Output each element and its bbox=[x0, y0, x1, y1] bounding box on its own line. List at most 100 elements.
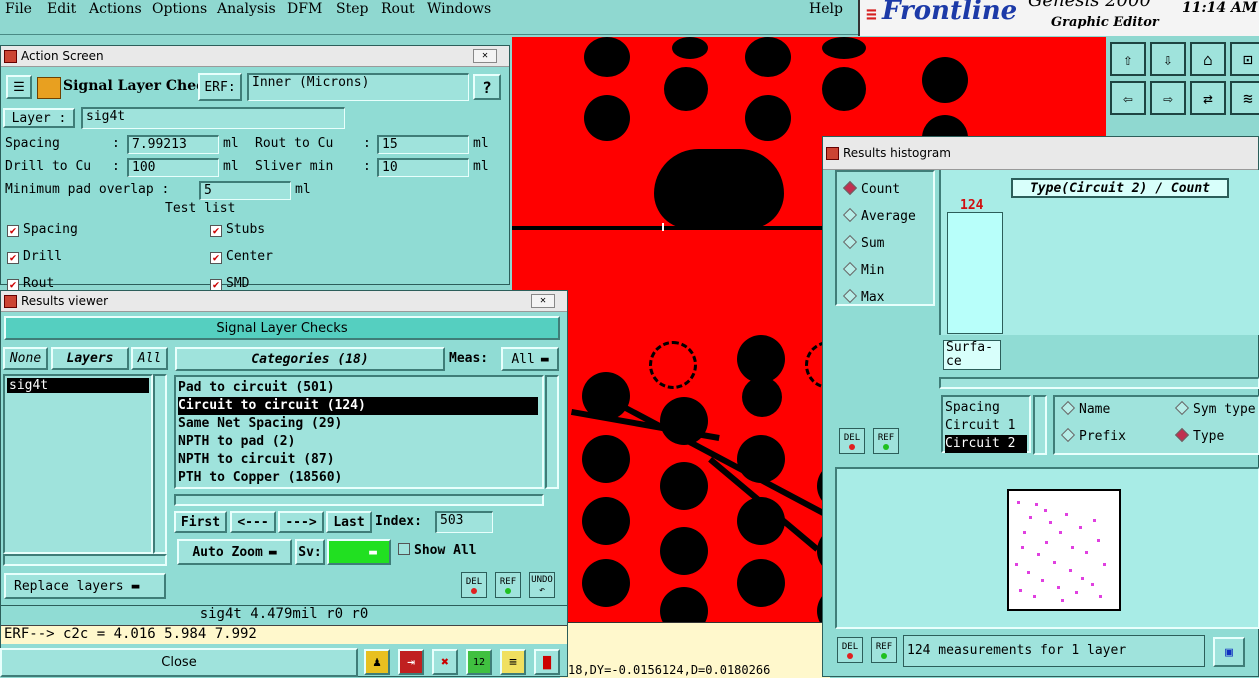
test-stubs[interactable]: ✔ Stubs bbox=[210, 222, 265, 237]
menu-step[interactable]: Step bbox=[336, 1, 368, 17]
ref-button[interactable]: REF bbox=[873, 428, 899, 454]
test-drill[interactable]: ✔ Drill bbox=[7, 249, 62, 264]
layer-button[interactable]: Layer : bbox=[3, 108, 75, 128]
all-button[interactable]: All bbox=[131, 347, 168, 370]
menu-icon[interactable]: ☰ bbox=[6, 75, 32, 99]
pad-overlap-field[interactable]: 5 bbox=[199, 181, 291, 200]
last-button[interactable]: Last bbox=[326, 511, 372, 533]
field-item-selected[interactable]: Circuit 2 bbox=[945, 435, 1027, 453]
menu-actions[interactable]: Actions bbox=[89, 1, 142, 17]
layers-hscrollbar[interactable] bbox=[3, 554, 167, 566]
group-name[interactable]: Name bbox=[1060, 400, 1110, 417]
export-icon[interactable]: ▣ bbox=[1213, 637, 1245, 667]
tool-counter-icon[interactable]: 12 bbox=[466, 649, 492, 675]
category-item[interactable]: PTH to Copper (18560) bbox=[178, 469, 540, 487]
fields-list[interactable]: Spacing Circuit 1 Circuit 2 bbox=[941, 395, 1031, 453]
tool-crossout-icon[interactable]: ✖ bbox=[432, 649, 458, 675]
next-button[interactable]: ---> bbox=[278, 511, 324, 533]
layer-item-sig4t[interactable]: sig4t bbox=[7, 378, 149, 393]
tool-zoom-icon[interactable]: ⊡ bbox=[1230, 42, 1259, 76]
tool-person-icon[interactable]: ♟ bbox=[364, 649, 390, 675]
none-button[interactable]: None bbox=[3, 347, 48, 370]
category-item[interactable]: NPTH to circuit (87) bbox=[178, 451, 540, 469]
tool-swap-icon[interactable]: ⇄ bbox=[1190, 81, 1226, 115]
tool-exit-icon[interactable]: ⇥ bbox=[398, 649, 424, 675]
close-icon[interactable]: ✕ bbox=[531, 294, 555, 308]
mode-min[interactable]: Min bbox=[842, 257, 933, 284]
menu-help[interactable]: Help bbox=[809, 1, 843, 17]
tool-move-right-icon[interactable]: ⇨ bbox=[1150, 81, 1186, 115]
tool-move-down-icon[interactable]: ⇩ bbox=[1150, 42, 1186, 76]
tool-home-icon[interactable]: ⌂ bbox=[1190, 42, 1226, 76]
menu-edit[interactable]: Edit bbox=[47, 1, 76, 17]
layers-list[interactable]: sig4t bbox=[3, 374, 153, 554]
test-rout[interactable]: ✔ Rout bbox=[7, 276, 54, 291]
field-item[interactable]: Spacing bbox=[945, 399, 1027, 417]
meas-select[interactable]: All ▬ bbox=[501, 347, 559, 371]
ref-button[interactable]: REF bbox=[495, 572, 521, 598]
prev-button[interactable]: <--- bbox=[230, 511, 276, 533]
results-histogram-titlebar[interactable]: Results histogram bbox=[823, 137, 1258, 170]
mode-count[interactable]: Count bbox=[842, 176, 933, 203]
category-item[interactable]: NPTH to pad (2) bbox=[178, 433, 540, 451]
category-item[interactable]: Same Net Spacing (29) bbox=[178, 415, 540, 433]
menu-file[interactable]: File bbox=[5, 1, 32, 17]
histogram-bar[interactable] bbox=[947, 212, 1003, 334]
categories-hscrollbar[interactable] bbox=[174, 494, 544, 506]
chart-hscrollbar[interactable] bbox=[939, 377, 1259, 389]
del-button[interactable]: DEL bbox=[839, 428, 865, 454]
group-type[interactable]: Type bbox=[1174, 427, 1224, 444]
del-button[interactable]: DEL bbox=[837, 637, 863, 663]
sliver-field[interactable]: 10 bbox=[377, 158, 469, 177]
tool-measure-icon[interactable]: ≋ bbox=[1230, 81, 1259, 115]
ref-button[interactable]: REF bbox=[871, 637, 897, 663]
menu-options[interactable]: Options bbox=[152, 1, 207, 17]
categories-header: Categories (18) bbox=[175, 347, 445, 371]
group-sym-type[interactable]: Sym type bbox=[1174, 400, 1256, 417]
test-center[interactable]: ✔ Center bbox=[210, 249, 273, 264]
index-field[interactable]: 503 bbox=[435, 511, 493, 533]
mode-max[interactable]: Max bbox=[842, 284, 933, 311]
fields-scrollbar[interactable] bbox=[1033, 395, 1047, 455]
mode-average[interactable]: Average bbox=[842, 203, 933, 230]
undo-button[interactable]: UNDO ↶ bbox=[529, 572, 555, 598]
test-smd[interactable]: ✔ SMD bbox=[210, 276, 249, 291]
action-screen-titlebar[interactable]: Action Screen bbox=[1, 46, 509, 67]
tool-report-icon[interactable]: ≡ bbox=[500, 649, 526, 675]
field-item[interactable]: Circuit 1 bbox=[945, 417, 1027, 435]
close-icon[interactable]: ✕ bbox=[473, 49, 497, 63]
first-button[interactable]: First bbox=[174, 511, 227, 533]
del-button[interactable]: DEL bbox=[461, 572, 487, 598]
layers-button[interactable]: Layers bbox=[51, 347, 129, 370]
category-item[interactable]: Pad to circuit (501) bbox=[178, 379, 540, 397]
menu-dfm[interactable]: DFM bbox=[287, 1, 322, 17]
close-button[interactable]: Close bbox=[0, 648, 358, 677]
categories-list[interactable]: Pad to circuit (501) Circuit to circuit … bbox=[174, 375, 544, 489]
drill-field[interactable]: 100 bbox=[127, 158, 219, 177]
sv-color-select[interactable]: ▬ bbox=[327, 539, 391, 565]
spacing-field[interactable]: 7.99213 bbox=[127, 135, 219, 154]
tool-histogram-icon[interactable]: ▇ bbox=[534, 649, 560, 675]
board-preview[interactable] bbox=[835, 467, 1259, 629]
category-item-selected[interactable]: Circuit to circuit (124) bbox=[178, 397, 538, 415]
erf-button[interactable]: ERF: bbox=[198, 73, 242, 101]
menu-windows[interactable]: Windows bbox=[427, 1, 491, 17]
layer-field[interactable]: sig4t bbox=[81, 107, 345, 129]
layers-scrollbar[interactable] bbox=[153, 374, 167, 554]
menu-rout[interactable]: Rout bbox=[381, 1, 415, 17]
test-spacing[interactable]: ✔ Spacing bbox=[7, 222, 78, 237]
mode-sum[interactable]: Sum bbox=[842, 230, 933, 257]
show-all-checkbox[interactable]: Show All bbox=[398, 542, 477, 558]
close-label: Close bbox=[161, 655, 197, 670]
help-button[interactable]: ? bbox=[473, 74, 501, 100]
tool-move-left-icon[interactable]: ⇦ bbox=[1110, 81, 1146, 115]
categories-scrollbar[interactable] bbox=[545, 375, 559, 489]
auto-zoom-select[interactable]: Auto Zoom ▬ bbox=[177, 539, 292, 565]
results-viewer-titlebar[interactable]: Results viewer bbox=[1, 291, 567, 312]
erf-field[interactable]: Inner (Microns) bbox=[247, 73, 469, 101]
group-prefix[interactable]: Prefix bbox=[1060, 427, 1126, 444]
rout-field[interactable]: 15 bbox=[377, 135, 469, 154]
replace-layers-button[interactable]: Replace layers ▬ bbox=[4, 573, 166, 599]
menu-analysis[interactable]: Analysis bbox=[217, 1, 276, 17]
tool-move-up-icon[interactable]: ⇧ bbox=[1110, 42, 1146, 76]
